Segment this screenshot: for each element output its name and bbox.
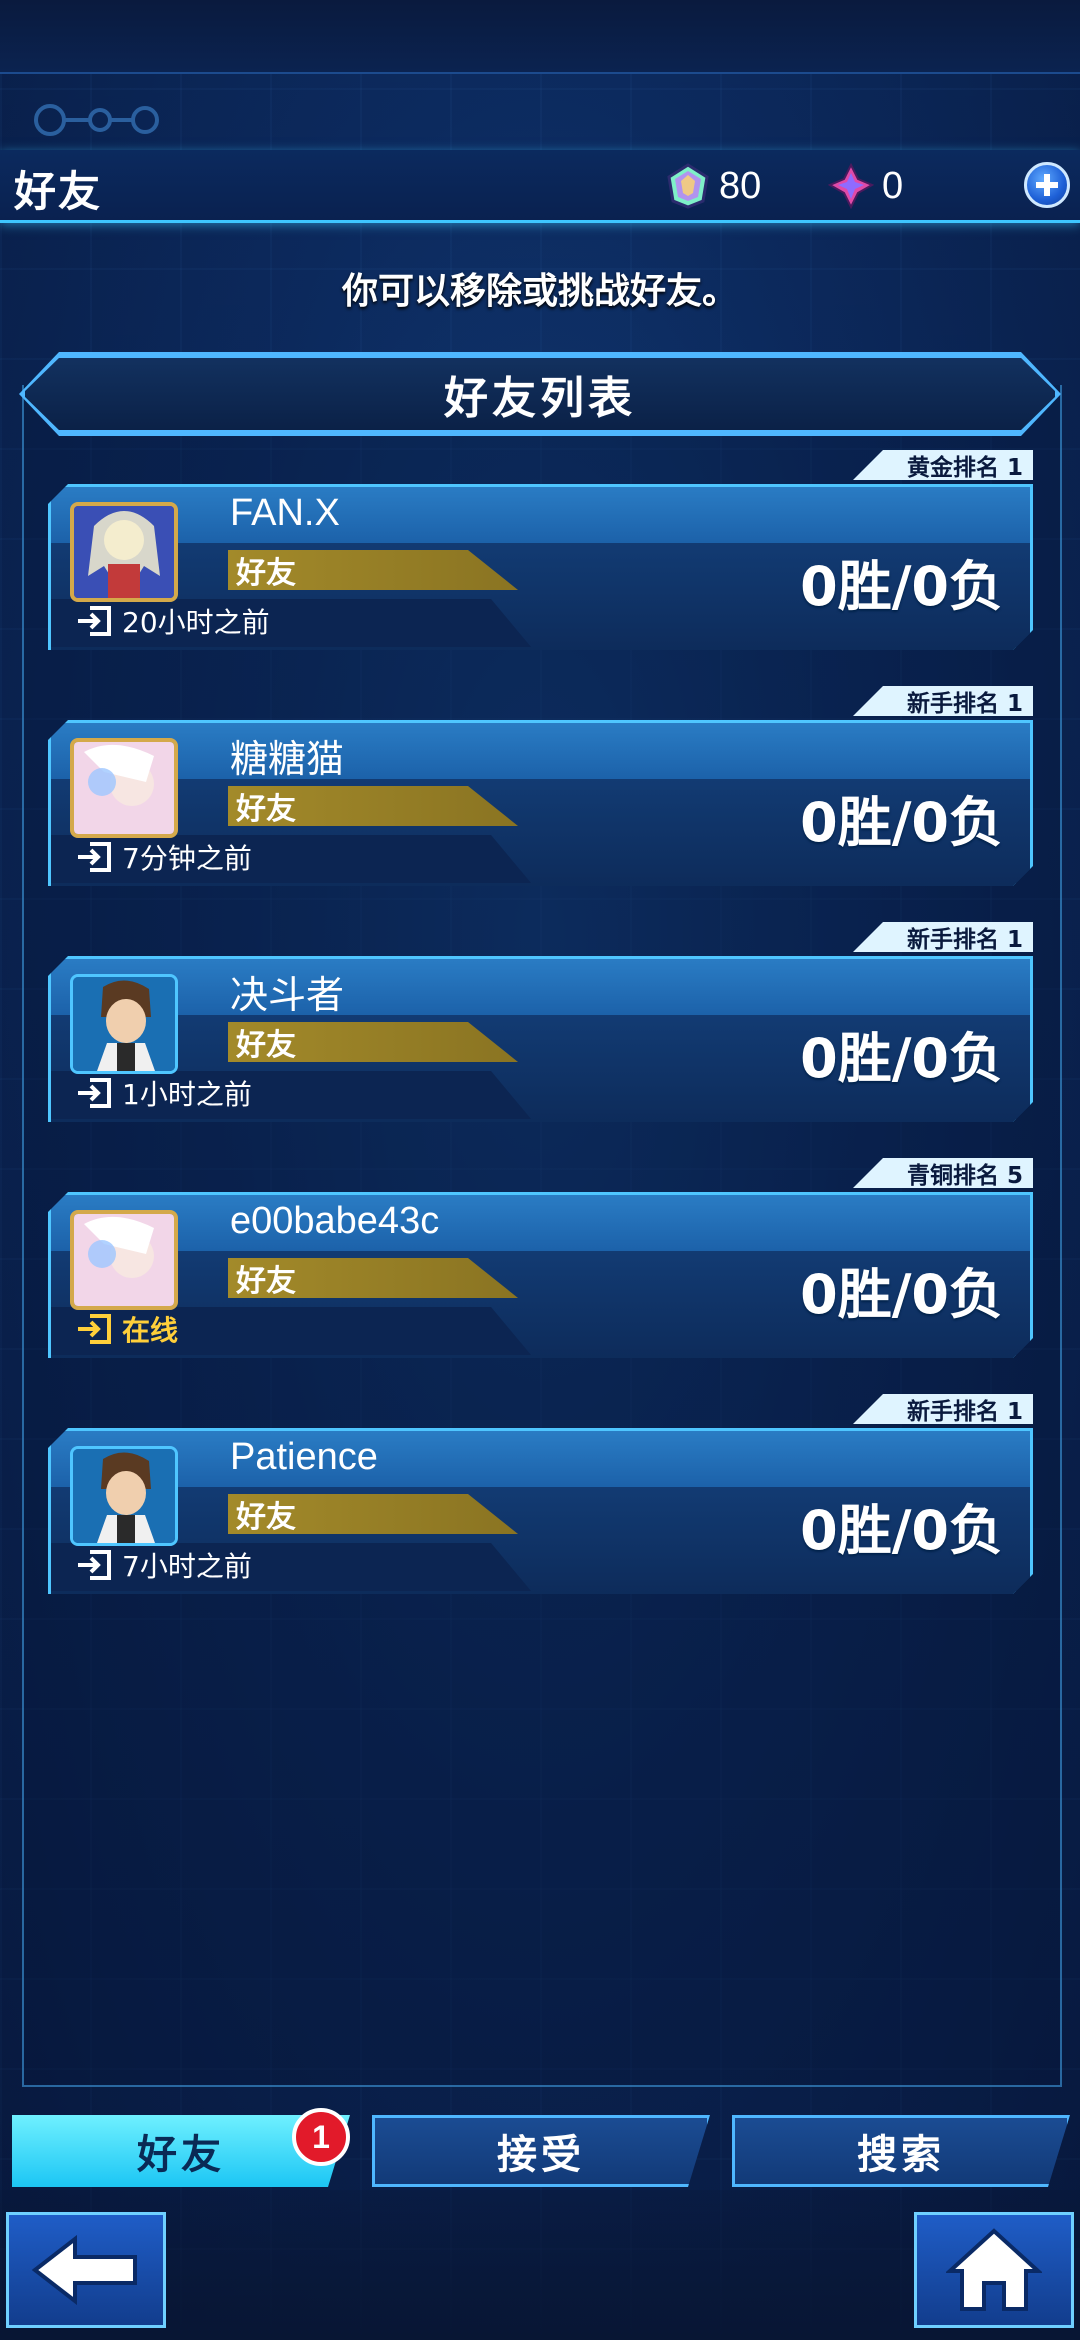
duelist-portrait-icon	[74, 742, 174, 834]
friend-tag: 好友	[228, 1022, 518, 1062]
friend-name: FAN.X	[230, 492, 340, 534]
gem-icon	[667, 163, 709, 209]
login-icon	[78, 1078, 111, 1108]
login-icon	[78, 606, 111, 636]
rank-label: 黄金排名 1	[853, 450, 1033, 480]
duelist-portrait-icon	[73, 977, 175, 1071]
home-button[interactable]	[914, 2212, 1074, 2328]
tab-search[interactable]: 搜索	[732, 2115, 1070, 2187]
friend-card[interactable]: 青铜排名 5 e00babe43c 好友 在线 0胜/0负	[48, 1158, 1033, 1358]
top-decor-strip	[0, 0, 1080, 74]
last-login: 7小时之前	[76, 1544, 252, 1586]
rank-label: 新手排名 1	[853, 686, 1033, 716]
gem-count: 80	[719, 164, 762, 207]
last-login: 7分钟之前	[76, 836, 252, 878]
win-loss-record: 0胜/0负	[800, 791, 1003, 854]
instruction-text: 你可以移除或挑战好友。	[341, 271, 738, 312]
last-login-text: 7小时之前	[122, 1550, 252, 1583]
tab-accept[interactable]: 接受	[372, 2115, 710, 2187]
crystal-count: 0	[882, 164, 904, 207]
page-title: 好友	[14, 167, 103, 216]
win-loss-record: 0胜/0负	[800, 1027, 1003, 1090]
duelist-portrait-icon	[74, 506, 174, 598]
add-currency-button[interactable]	[1024, 162, 1070, 208]
login-icon	[78, 1550, 111, 1580]
friend-name: 糖糖猫	[230, 739, 345, 781]
friend-name: 决斗者	[230, 975, 345, 1017]
friend-list-title: 好友列表	[22, 355, 1058, 433]
friend-card[interactable]: 黄金排名 1 FAN.X 好友 20小时之前 0胜/0负	[48, 450, 1033, 650]
friend-card[interactable]: 新手排名 1 决斗者 好友 1小时之前 0胜/0负	[48, 922, 1033, 1122]
login-icon	[78, 842, 111, 872]
friend-tag: 好友	[228, 1258, 518, 1298]
avatar	[70, 738, 178, 838]
win-loss-record: 0胜/0负	[800, 555, 1003, 618]
gem-counter: 80	[665, 160, 761, 212]
back-button[interactable]	[6, 2212, 166, 2328]
friend-tag: 好友	[228, 550, 518, 590]
rank-label: 新手排名 1	[853, 922, 1033, 952]
plus-icon	[1036, 174, 1058, 196]
home-icon	[946, 2228, 1042, 2311]
login-icon	[78, 1314, 111, 1344]
last-login-text: 7分钟之前	[122, 842, 252, 875]
rank-label: 新手排名 1	[853, 1394, 1033, 1424]
last-login: 1小时之前	[76, 1072, 252, 1114]
avatar	[70, 1446, 178, 1546]
header-bar: 好友 80 0	[0, 150, 1080, 223]
last-login: 在线	[76, 1308, 178, 1350]
win-loss-record: 0胜/0负	[800, 1263, 1003, 1326]
notification-badge: 1	[292, 2108, 350, 2166]
friend-card[interactable]: 新手排名 1 Patience 好友 7小时之前 0胜/0负	[48, 1394, 1033, 1594]
crystal-counter: 0	[828, 160, 903, 212]
avatar	[70, 974, 178, 1074]
back-arrow-icon	[31, 2235, 137, 2305]
friend-tag: 好友	[228, 786, 518, 826]
friend-name: e00babe43c	[230, 1200, 440, 1242]
avatar	[70, 1210, 178, 1310]
friend-name: Patience	[230, 1436, 378, 1478]
crystal-icon	[828, 163, 874, 209]
circuit-decoration	[34, 104, 159, 136]
duelist-portrait-icon	[74, 1214, 174, 1306]
last-login-text: 1小时之前	[122, 1078, 252, 1111]
friend-card[interactable]: 新手排名 1 糖糖猫 好友 7分钟之前 0胜/0负	[48, 686, 1033, 886]
win-loss-record: 0胜/0负	[800, 1499, 1003, 1562]
duelist-portrait-icon	[73, 1449, 175, 1543]
avatar	[70, 502, 178, 602]
friend-tag: 好友	[228, 1494, 518, 1534]
online-status-text: 在线	[122, 1314, 179, 1347]
rank-label: 青铜排名 5	[853, 1158, 1033, 1188]
last-login-text: 20小时之前	[122, 606, 270, 639]
last-login: 20小时之前	[76, 600, 270, 642]
